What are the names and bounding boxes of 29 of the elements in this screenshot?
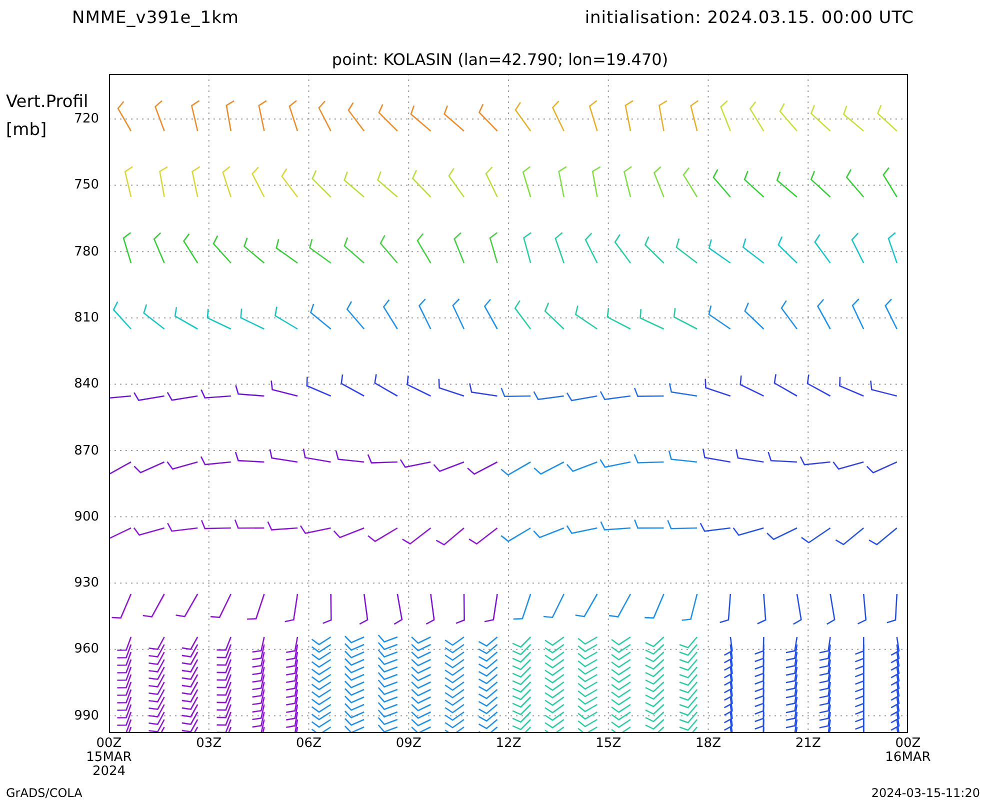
time-tick-label: 12Z	[496, 737, 522, 751]
time-tick-label: 06Z	[296, 737, 322, 751]
time-tick-label: 18Z	[696, 737, 721, 751]
time-tick-label: 03Z	[196, 737, 222, 751]
axis-title: Vert.Profil	[6, 92, 88, 112]
pressure-tick-label: 810	[74, 310, 99, 326]
pressure-tick-label: 960	[74, 642, 99, 657]
pressure-tick-label: 990	[74, 708, 99, 724]
point-location: point: KOLASIN (lan=42.790; lon=19.470)	[332, 50, 668, 68]
pressure-tick-label: 930	[74, 576, 99, 591]
initialisation-time: initialisation: 2024.03.15. 00:00 UTC	[584, 8, 914, 28]
date-label: 15MAR	[86, 751, 132, 765]
time-tick-label: 15Z	[596, 737, 622, 751]
pressure-tick-label: 840	[74, 376, 99, 392]
pressure-tick-label: 900	[74, 509, 99, 524]
time-tick-label: 21Z	[795, 737, 821, 751]
time-tick-label: 00Z	[895, 737, 921, 751]
axis-unit: [mb]	[6, 120, 47, 140]
creation-timestamp: 2024-03-15-11:20	[871, 786, 980, 800]
year-label: 2024	[92, 765, 126, 779]
model-name: NMME_v391e_1km	[72, 8, 239, 28]
time-tick-label: 09Z	[396, 737, 422, 751]
software-credit: GrADS/COLA	[6, 786, 82, 800]
date-label: 16MAR	[885, 751, 931, 765]
time-tick-label: 00Z	[96, 737, 122, 751]
pressure-tick-label: 870	[74, 443, 99, 458]
pressure-tick-label: 750	[74, 178, 99, 193]
pressure-tick-label: 720	[74, 112, 99, 126]
pressure-tick-label: 780	[74, 244, 99, 260]
